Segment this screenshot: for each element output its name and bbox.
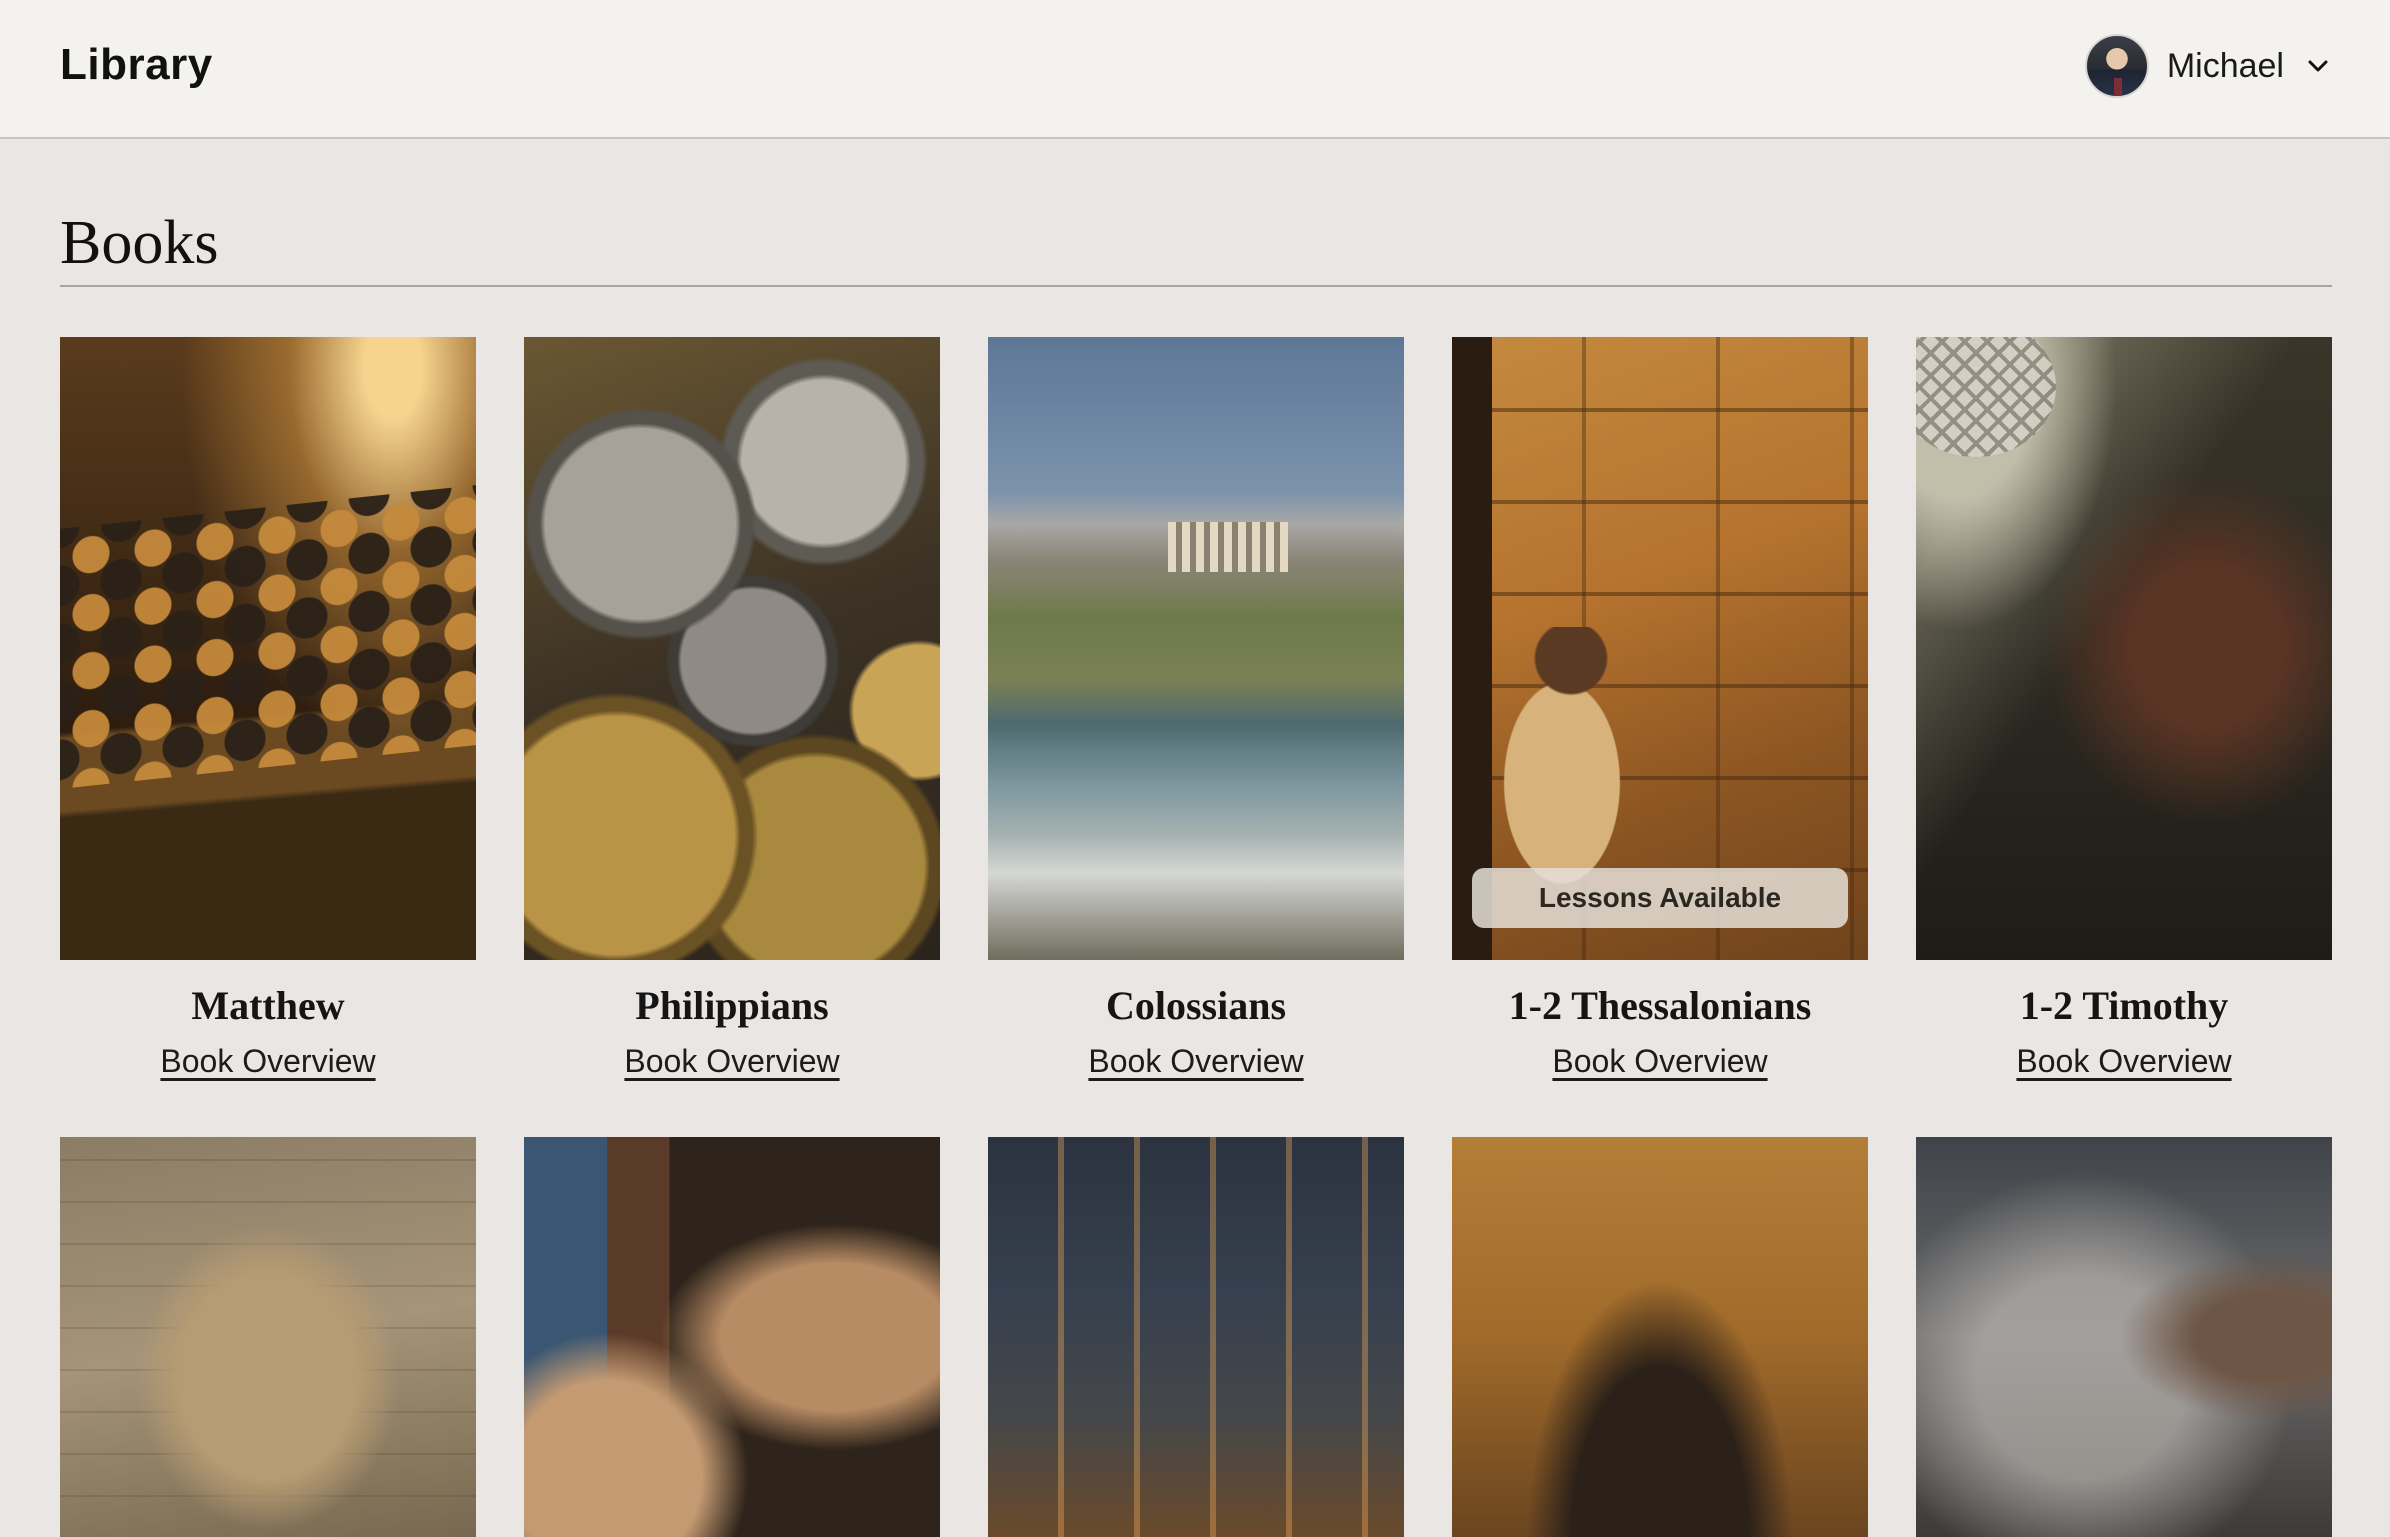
book-cover-image[interactable] <box>60 337 476 960</box>
book-overview-link[interactable]: Book Overview <box>1916 1043 2332 1080</box>
book-card-matthew: Matthew Book Overview <box>60 337 476 1137</box>
book-card <box>1452 1137 1868 1537</box>
book-title: Philippians <box>635 983 829 1028</box>
app-title: Library <box>60 40 213 89</box>
book-overview-link[interactable]: Book Overview <box>524 1043 940 1080</box>
book-card <box>60 1137 476 1537</box>
user-name[interactable]: Michael <box>2167 47 2284 86</box>
book-cover-image[interactable] <box>524 337 940 960</box>
book-grid: Matthew Book Overview Philippians Book O… <box>60 337 2332 1537</box>
book-cover-image[interactable] <box>988 1137 1404 1537</box>
book-cover-image[interactable]: Lessons Available <box>1452 337 1868 960</box>
chevron-down-icon[interactable] <box>2306 54 2330 78</box>
book-card <box>988 1137 1404 1537</box>
book-title: Colossians <box>1105 983 1287 1028</box>
book-cover-image[interactable] <box>988 337 1404 960</box>
book-cover-image[interactable] <box>1916 1137 2332 1537</box>
avatar[interactable] <box>2084 34 2149 98</box>
book-card-colossians: Colossians Book Overview <box>988 337 1404 1137</box>
lessons-available-badge: Lessons Available <box>1472 868 1848 928</box>
user-menu[interactable]: Michael <box>2084 34 2330 98</box>
temple-art <box>1168 522 1288 572</box>
abacus-art <box>60 485 476 789</box>
book-cover-image[interactable] <box>1916 337 2332 960</box>
book-overview-link[interactable]: Book Overview <box>988 1043 1404 1080</box>
section-divider <box>60 285 2332 287</box>
book-overview-link[interactable]: Book Overview <box>1452 1043 1868 1080</box>
book-overview-link[interactable]: Book Overview <box>60 1043 476 1080</box>
book-title: 1-2 Timothy <box>2019 983 2229 1028</box>
section-title: Books <box>60 209 219 277</box>
book-title: 1-2 Thessalonians <box>1508 983 1812 1028</box>
book-cover-image[interactable] <box>524 1137 940 1537</box>
book-card-philippians: Philippians Book Overview <box>524 337 940 1137</box>
book-cover-image[interactable] <box>1452 1137 1868 1537</box>
prison-grate-art <box>1916 337 2056 457</box>
scribe-figure-art <box>1472 627 1652 887</box>
book-card <box>524 1137 940 1537</box>
book-card <box>1916 1137 2332 1537</box>
book-cover-image[interactable] <box>60 1137 476 1537</box>
book-title: Matthew <box>191 983 345 1028</box>
top-bar: Library Michael <box>0 0 2390 139</box>
book-card-timothy: 1-2 Timothy Book Overview <box>1916 337 2332 1137</box>
book-card-thessalonians: Lessons Available 1-2 Thessalonians Book… <box>1452 337 1868 1137</box>
